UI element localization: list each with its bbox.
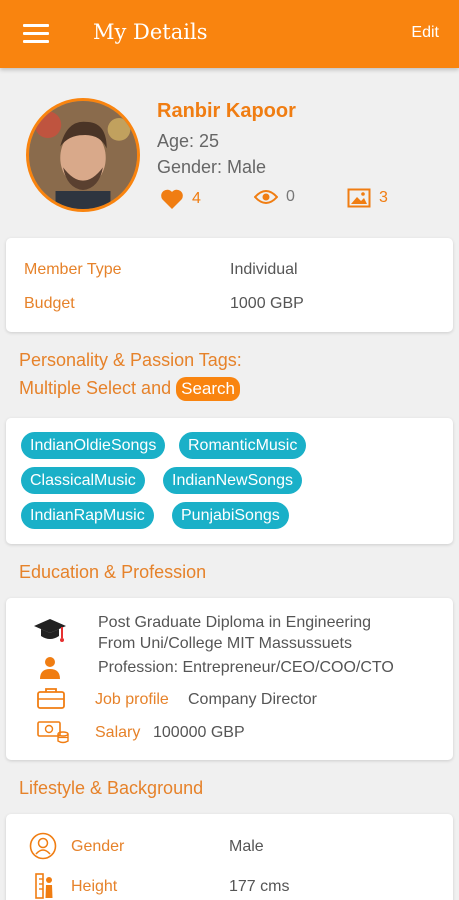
gender-label: Gender [71,838,125,855]
job-profile-value: Company Director [188,691,317,708]
search-button[interactable]: Search [176,377,240,401]
likes-count: 4 [192,190,201,207]
salary-label: Salary [95,724,141,741]
person-icon [40,657,60,679]
gender-icon [29,832,57,860]
heart-icon [161,189,183,209]
profile-name: Ranbir Kapoor [157,100,296,122]
job-profile-label: Job profile [95,691,169,708]
tag-chip[interactable]: RomanticMusic [179,432,307,459]
profile-gender: Gender: Male [157,157,267,177]
views-stat[interactable]: 0 [254,188,295,206]
image-icon [347,188,371,208]
salary-value: 100000 GBP [153,724,245,741]
app-bar: My Details Edit [0,0,459,68]
education-card: Post Graduate Diploma in Engineering Fro… [6,598,453,760]
gender-value: Male [229,838,264,855]
graduation-cap-icon [34,619,66,642]
tags-section-title: Personality & Passion Tags: [19,350,242,370]
photos-stat[interactable]: 3 [347,188,388,208]
tag-chip[interactable]: PunjabiSongs [172,502,289,529]
tags-section-subtitle-text: Multiple Select and [19,378,172,398]
profile-photo [29,101,137,209]
lifestyle-section-title: Lifestyle & Background [19,778,204,798]
tag-chip[interactable]: IndianNewSongs [163,467,302,494]
tags-section-subtitle: Multiple Select and Search [19,377,240,401]
profession-text: Profession: Entrepreneur/CEO/COO/CTO [98,659,394,676]
views-count: 0 [286,188,295,205]
height-value: 177 cms [229,878,290,895]
money-icon [37,721,69,744]
height-ruler-icon [35,873,53,899]
height-label: Height [71,878,118,895]
degree-line-2: From Uni/College MIT Massussuets [98,635,352,652]
photos-count: 3 [379,189,388,206]
briefcase-icon [37,688,65,709]
budget-label: Budget [24,295,75,312]
tag-chip[interactable]: IndianRapMusic [21,502,154,529]
tag-chip[interactable]: IndianOldieSongs [21,432,166,459]
member-type-value: Individual [230,261,298,278]
education-section-title: Education & Profession [19,562,207,582]
likes-stat[interactable]: 4 [160,188,201,210]
avatar[interactable] [26,98,140,212]
membership-card: Member Type Individual Budget 1000 GBP [6,238,453,332]
lifestyle-card: Gender Male Height 177 cms [6,814,453,900]
tags-card: IndianOldieSongs RomanticMusic Classical… [6,418,453,544]
menu-icon[interactable] [23,24,49,44]
budget-value: 1000 GBP [230,295,304,312]
page-title: My Details [93,20,208,44]
profile-age: Age: 25 [157,131,220,151]
edit-button[interactable]: Edit [411,24,439,42]
member-type-label: Member Type [24,261,122,278]
degree-line-1: Post Graduate Diploma in Engineering [98,614,372,631]
tag-chip[interactable]: ClassicalMusic [21,467,145,494]
eye-icon [254,190,278,204]
